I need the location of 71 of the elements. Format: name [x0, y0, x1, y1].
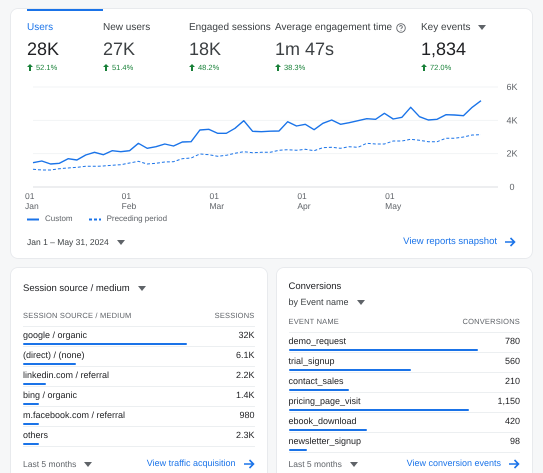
metric-value: 27K [103, 38, 136, 60]
up-arrow-icon [189, 64, 195, 72]
row-label: bing / organic [23, 390, 78, 400]
row-label: linkedin.com / referral [23, 370, 110, 380]
row-label: google / organic [23, 330, 88, 340]
y-tick-label: 0 [510, 182, 514, 192]
y-tick-label: 6K [506, 83, 518, 92]
reports-snapshot-link[interactable]: View reports snapshot [403, 235, 516, 250]
row-label: (direct) / (none) [23, 350, 85, 360]
report-link[interactable]: View conversion events [406, 457, 520, 471]
metric-value: 28K [27, 38, 60, 60]
x-tick-label: 01 Feb [122, 191, 136, 212]
metric-label: New users [103, 21, 150, 35]
dropdown-caret-icon [356, 300, 365, 305]
dimension-dropdown[interactable]: by Event name [288, 296, 520, 310]
row-label: newsletter_signup [288, 436, 362, 448]
metric-label: Engaged sessions [189, 21, 271, 35]
row-label: demo_request [288, 336, 346, 348]
card-title: Conversions [288, 280, 342, 294]
dimension-dropdown[interactable]: Session source / medium [23, 282, 146, 294]
row-label: trial_signup [288, 356, 335, 368]
x-tick-label: 01 May [385, 191, 402, 212]
y-tick-label: 2K [506, 148, 518, 159]
legend-label: Custom [45, 213, 73, 226]
row-value: 210 [504, 376, 520, 388]
help-icon [396, 22, 406, 32]
arrow-right-icon [505, 237, 516, 248]
row-value: 32K [238, 330, 254, 340]
row-label: others [23, 430, 48, 440]
x-tick-label: 01 Apr [297, 191, 311, 212]
row-value: 2.2K [236, 370, 254, 380]
row-value: 780 [504, 336, 520, 348]
up-arrow-icon [275, 64, 281, 72]
dropdown-caret-icon [478, 25, 486, 30]
dropdown-caret-icon [84, 462, 92, 466]
dropdown-caret-icon [116, 240, 125, 245]
period-dropdown[interactable]: Last 5 months [23, 458, 92, 470]
row-label: m.facebook.com / referral [23, 410, 126, 420]
metric-label: Key events [421, 21, 470, 35]
row-value: 420 [504, 416, 520, 428]
metric-value: 1,834 [421, 38, 468, 60]
metric-label: Users [27, 21, 54, 35]
date-range-dropdown[interactable]: Jan 1 – May 31, 2024 [27, 236, 125, 249]
row-value: 980 [239, 410, 254, 420]
row-value: 560 [504, 356, 520, 368]
metric-value: 1m 47s [275, 38, 336, 60]
report-link[interactable]: View traffic acquisition [146, 457, 254, 471]
legend-label: Preceding period [106, 213, 168, 226]
x-tick-label: 01 Jan [25, 191, 39, 212]
row-label: ebook_download [288, 416, 357, 428]
row-value: 2.3K [236, 430, 254, 440]
period-dropdown[interactable]: Last 5 months [288, 458, 358, 470]
dropdown-caret-icon [350, 462, 358, 466]
y-tick-label: 4K [506, 116, 518, 126]
dashed-line-legend-icon [88, 218, 101, 221]
x-tick-label: 01 Mar [209, 191, 224, 212]
row-value: 98 [510, 436, 520, 448]
arrow-right-icon [509, 459, 520, 469]
dropdown-caret-icon [138, 286, 146, 291]
line-legend-icon [27, 218, 39, 221]
up-arrow-icon [103, 64, 109, 72]
up-arrow-icon [421, 64, 427, 72]
row-label: pricing_page_visit [288, 396, 361, 408]
metric-value: 18K [189, 38, 222, 60]
up-arrow-icon [27, 64, 33, 72]
row-value: 1.4K [236, 390, 254, 400]
row-value: 6.1K [236, 350, 254, 360]
metric-label: Average engagement time [275, 21, 392, 35]
row-value: 1,150 [497, 396, 520, 408]
arrow-right-icon [244, 459, 254, 469]
row-label: contact_sales [288, 376, 344, 388]
